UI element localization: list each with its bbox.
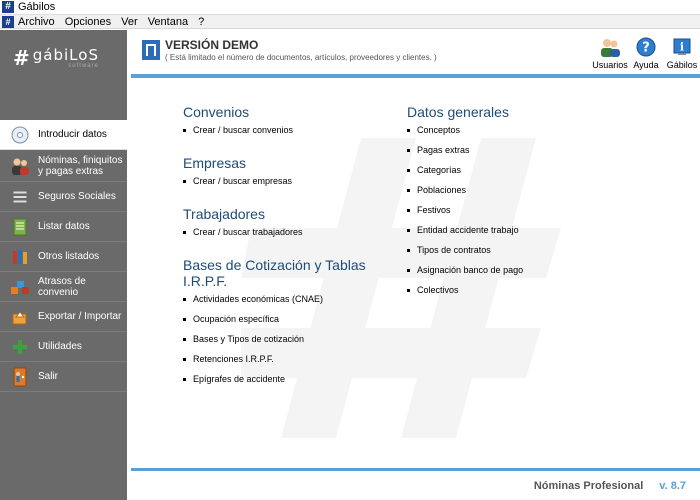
svg-text:?: ? [642, 41, 650, 56]
link-festivos[interactable]: Festivos [407, 205, 607, 215]
menu-help[interactable]: ? [198, 16, 204, 28]
plus-icon [10, 337, 30, 357]
section-convenios: Convenios Crear / buscar convenios [183, 104, 383, 135]
books-icon [10, 247, 30, 267]
logo-main-text: gábiLoS [32, 45, 99, 64]
link-bases-tipos-cotizacion[interactable]: Bases y Tipos de cotización [183, 334, 383, 344]
disc-icon [10, 125, 30, 145]
link-crear-buscar-trabajadores[interactable]: Crear / buscar trabajadores [183, 227, 383, 237]
menu-bar: # Archivo Opciones Ver Ventana ? [0, 15, 700, 29]
sidebar-item-label: Introducir datos [38, 129, 107, 140]
ayuda-button[interactable]: ? Ayuda [628, 36, 664, 70]
app-icon[interactable]: # [2, 1, 14, 13]
help-icon: ? [635, 36, 657, 58]
stack-icon [10, 187, 30, 207]
sidebar-item-salir[interactable]: Salir [0, 362, 127, 392]
blocks-icon [10, 277, 30, 297]
sidebar-item-label: Seguros Sociales [38, 191, 116, 202]
demo-badge-icon [142, 40, 160, 60]
hash-logo-icon: # [13, 46, 30, 70]
list-icon [10, 217, 30, 237]
link-colectivos[interactable]: Colectivos [407, 285, 607, 295]
menu-ver[interactable]: Ver [121, 16, 138, 28]
sidebar-item-exportar-importar[interactable]: Exportar / Importar [0, 302, 127, 332]
logo-sub-text: software [68, 62, 99, 69]
gabilos-label: Gábilos [666, 60, 698, 70]
section-datos-generales: Datos generales Conceptos Pagas extras C… [407, 104, 607, 295]
main-content: Convenios Crear / buscar convenios Empre… [131, 78, 700, 468]
sidebar-item-label: Otros listados [38, 251, 100, 262]
section-title: Datos generales [407, 104, 509, 120]
section-title: Empresas [183, 155, 247, 171]
usuarios-label: Usuarios [592, 60, 628, 70]
sidebar-item-label: Atrasos de convenio [38, 275, 86, 298]
window-title: Gábilos [18, 1, 56, 13]
header-toolbar: Usuarios ? Ayuda i Gábilos [592, 36, 700, 70]
link-ocupacion-especifica[interactable]: Ocupación específica [183, 314, 383, 324]
link-categorias[interactable]: Categorías [407, 165, 607, 175]
sidebar-item-listar-datos[interactable]: Listar datos [0, 212, 127, 242]
link-tipos-contratos[interactable]: Tipos de contratos [407, 245, 607, 255]
sidebar-item-atrasos-convenio[interactable]: Atrasos de convenio [0, 272, 127, 302]
sidebar-item-utilidades[interactable]: Utilidades [0, 332, 127, 362]
sidebar-item-nominas[interactable]: Nóminas, finiquitos y pagas extras [0, 150, 127, 182]
left-column: Convenios Crear / buscar convenios Empre… [183, 104, 383, 404]
demo-subtitle: ( Está limitado el número de documentos,… [165, 53, 437, 62]
link-epigrafes-accidente[interactable]: Epígrafes de accidente [183, 374, 383, 384]
sidebar-item-label: Utilidades [38, 341, 82, 352]
section-empresas: Empresas Crear / buscar empresas [183, 155, 383, 186]
content-header: VERSIÓN DEMO ( Está limitado el número d… [131, 30, 700, 75]
link-actividades-economicas[interactable]: Actividades económicas (CNAE) [183, 294, 383, 304]
people-icon [10, 156, 30, 176]
section-title: Bases de Cotización y Tablas I.R.P.F. [183, 257, 366, 289]
link-entidad-accidente-trabajo[interactable]: Entidad accidente trabajo [407, 225, 607, 235]
gabilos-info-button[interactable]: i Gábilos [664, 36, 700, 70]
users-icon [599, 36, 621, 58]
info-icon: i [671, 36, 693, 58]
export-icon [10, 307, 30, 327]
section-bases-cotizacion: Bases de Cotización y Tablas I.R.P.F. Ac… [183, 257, 383, 384]
link-conceptos[interactable]: Conceptos [407, 125, 607, 135]
footer: Nóminas Profesional v. 8.7 [131, 471, 700, 500]
link-pagas-extras[interactable]: Pagas extras [407, 145, 607, 155]
sidebar-item-label: Listar datos [38, 221, 90, 232]
sidebar-item-label: Salir [38, 371, 59, 382]
ayuda-label: Ayuda [633, 60, 659, 70]
sidebar-nav: Introducir datos Nóminas, finiquitos y p… [0, 120, 127, 392]
link-crear-buscar-empresas[interactable]: Crear / buscar empresas [183, 176, 383, 186]
link-poblaciones[interactable]: Poblaciones [407, 185, 607, 195]
demo-title: VERSIÓN DEMO [165, 38, 259, 52]
product-name: Nóminas Profesional [533, 479, 644, 492]
exit-icon [10, 367, 30, 387]
sidebar-item-introducir-datos[interactable]: Introducir datos [0, 120, 127, 150]
link-crear-buscar-convenios[interactable]: Crear / buscar convenios [183, 125, 383, 135]
right-column: Datos generales Conceptos Pagas extras C… [407, 104, 607, 315]
link-asignacion-banco-pago[interactable]: Asignación banco de pago [407, 265, 607, 275]
section-title: Convenios [183, 104, 250, 120]
mdi-window-icon[interactable]: # [2, 15, 14, 28]
menu-opciones[interactable]: Opciones [65, 16, 111, 28]
sidebar-item-label: Exportar / Importar [38, 311, 122, 322]
sidebar-item-label: Nóminas, finiquitos y pagas extras [38, 154, 123, 177]
gabilos-logo: # gábiLoS software [0, 30, 127, 86]
sidebar-item-otros-listados[interactable]: Otros listados [0, 242, 127, 272]
sidebar-item-seguros-sociales[interactable]: Seguros Sociales [0, 182, 127, 212]
link-retenciones-irpf[interactable]: Retenciones I.R.P.F. [183, 354, 383, 364]
section-trabajadores: Trabajadores Crear / buscar trabajadores [183, 206, 383, 237]
sidebar: # gábiLoS software Introducir datos Nómi… [0, 30, 127, 500]
svg-text:i: i [680, 41, 684, 54]
version-label: v. 8.7 [659, 479, 686, 492]
section-title: Trabajadores [183, 206, 265, 222]
window-titlebar: # Gábilos [0, 0, 700, 15]
menu-archivo[interactable]: Archivo [18, 16, 55, 28]
menu-ventana[interactable]: Ventana [148, 16, 188, 28]
usuarios-button[interactable]: Usuarios [592, 36, 628, 70]
